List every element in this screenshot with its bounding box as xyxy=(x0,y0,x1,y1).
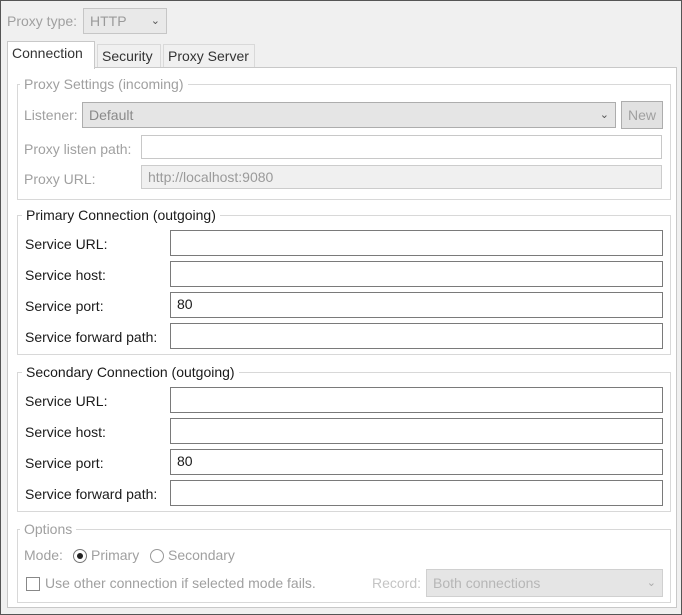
chevron-down-icon: ⌄ xyxy=(150,15,160,27)
connection-tab-panel: Proxy Settings (incoming) Listener: Defa… xyxy=(7,67,677,608)
primary-forward-path-label: Service forward path: xyxy=(25,329,158,345)
tab-security-label: Security xyxy=(102,48,153,64)
new-button-label: New xyxy=(627,107,656,123)
tab-proxy-server[interactable]: Proxy Server xyxy=(163,44,255,68)
secondary-connection-group: Secondary Connection (outgoing) Service … xyxy=(17,364,671,512)
proxy-settings-group: Proxy Settings (incoming) Listener: Defa… xyxy=(17,76,671,200)
listen-path-input[interactable] xyxy=(141,135,662,159)
secondary-service-host-label: Service host: xyxy=(25,424,106,440)
record-select[interactable]: Both connections ⌄ xyxy=(426,569,663,597)
secondary-forward-path-label: Service forward path: xyxy=(25,486,158,502)
new-listener-button[interactable]: New xyxy=(621,101,663,129)
proxy-url-field: http://localhost:9080 xyxy=(141,165,662,189)
tab-security[interactable]: Security xyxy=(97,44,161,68)
proxy-config-window: Proxy type: HTTP ⌄ Connection Security P… xyxy=(0,0,682,615)
primary-service-host-input[interactable] xyxy=(170,261,663,287)
mode-primary-label: Primary xyxy=(91,547,140,563)
primary-service-port-input[interactable]: 80 xyxy=(170,292,663,318)
chevron-down-icon: ⌄ xyxy=(599,109,609,121)
mode-secondary-label: Secondary xyxy=(168,547,235,563)
primary-service-port-value: 80 xyxy=(177,296,193,312)
record-label: Record: xyxy=(372,575,422,591)
fallback-label: Use other connection if selected mode fa… xyxy=(45,575,316,591)
proxy-type-value: HTTP xyxy=(90,13,127,29)
secondary-service-url-input[interactable] xyxy=(170,387,663,413)
secondary-connection-title: Secondary Connection (outgoing) xyxy=(22,364,239,380)
primary-connection-group: Primary Connection (outgoing) Service UR… xyxy=(17,207,671,355)
proxy-settings-title: Proxy Settings (incoming) xyxy=(20,76,188,92)
chevron-down-icon: ⌄ xyxy=(646,577,656,589)
listener-select[interactable]: Default ⌄ xyxy=(82,102,616,128)
mode-secondary-radio[interactable] xyxy=(150,549,164,563)
primary-service-url-label: Service URL: xyxy=(25,236,108,252)
secondary-service-host-input[interactable] xyxy=(170,418,663,444)
secondary-service-port-value: 80 xyxy=(177,453,193,469)
proxy-url-value: http://localhost:9080 xyxy=(148,169,274,185)
tab-connection-label: Connection xyxy=(12,45,83,61)
primary-service-host-label: Service host: xyxy=(25,267,106,283)
mode-label: Mode: xyxy=(24,547,63,563)
primary-connection-title: Primary Connection (outgoing) xyxy=(22,207,220,223)
fallback-checkbox[interactable] xyxy=(26,577,40,591)
options-group: Options Mode: Primary Secondary Use othe… xyxy=(17,521,671,603)
options-title: Options xyxy=(20,521,77,537)
primary-service-port-label: Service port: xyxy=(25,298,104,314)
listener-label: Listener: xyxy=(24,107,78,123)
proxy-type-label: Proxy type: xyxy=(7,13,78,29)
proxy-type-select[interactable]: HTTP ⌄ xyxy=(83,8,167,34)
listen-path-label: Proxy listen path: xyxy=(24,141,132,157)
primary-forward-path-input[interactable] xyxy=(170,323,663,349)
record-value: Both connections xyxy=(433,575,541,591)
secondary-service-port-label: Service port: xyxy=(25,455,104,471)
secondary-forward-path-input[interactable] xyxy=(170,480,663,506)
secondary-service-port-input[interactable]: 80 xyxy=(170,449,663,475)
proxy-url-label: Proxy URL: xyxy=(24,171,96,187)
primary-service-url-input[interactable] xyxy=(170,230,663,256)
tab-proxy-server-label: Proxy Server xyxy=(168,48,249,64)
mode-primary-radio[interactable] xyxy=(73,549,87,563)
tab-connection[interactable]: Connection xyxy=(7,41,95,69)
secondary-service-url-label: Service URL: xyxy=(25,393,108,409)
listener-value: Default xyxy=(89,107,134,123)
tab-bar: Connection Security Proxy Server xyxy=(7,41,677,69)
